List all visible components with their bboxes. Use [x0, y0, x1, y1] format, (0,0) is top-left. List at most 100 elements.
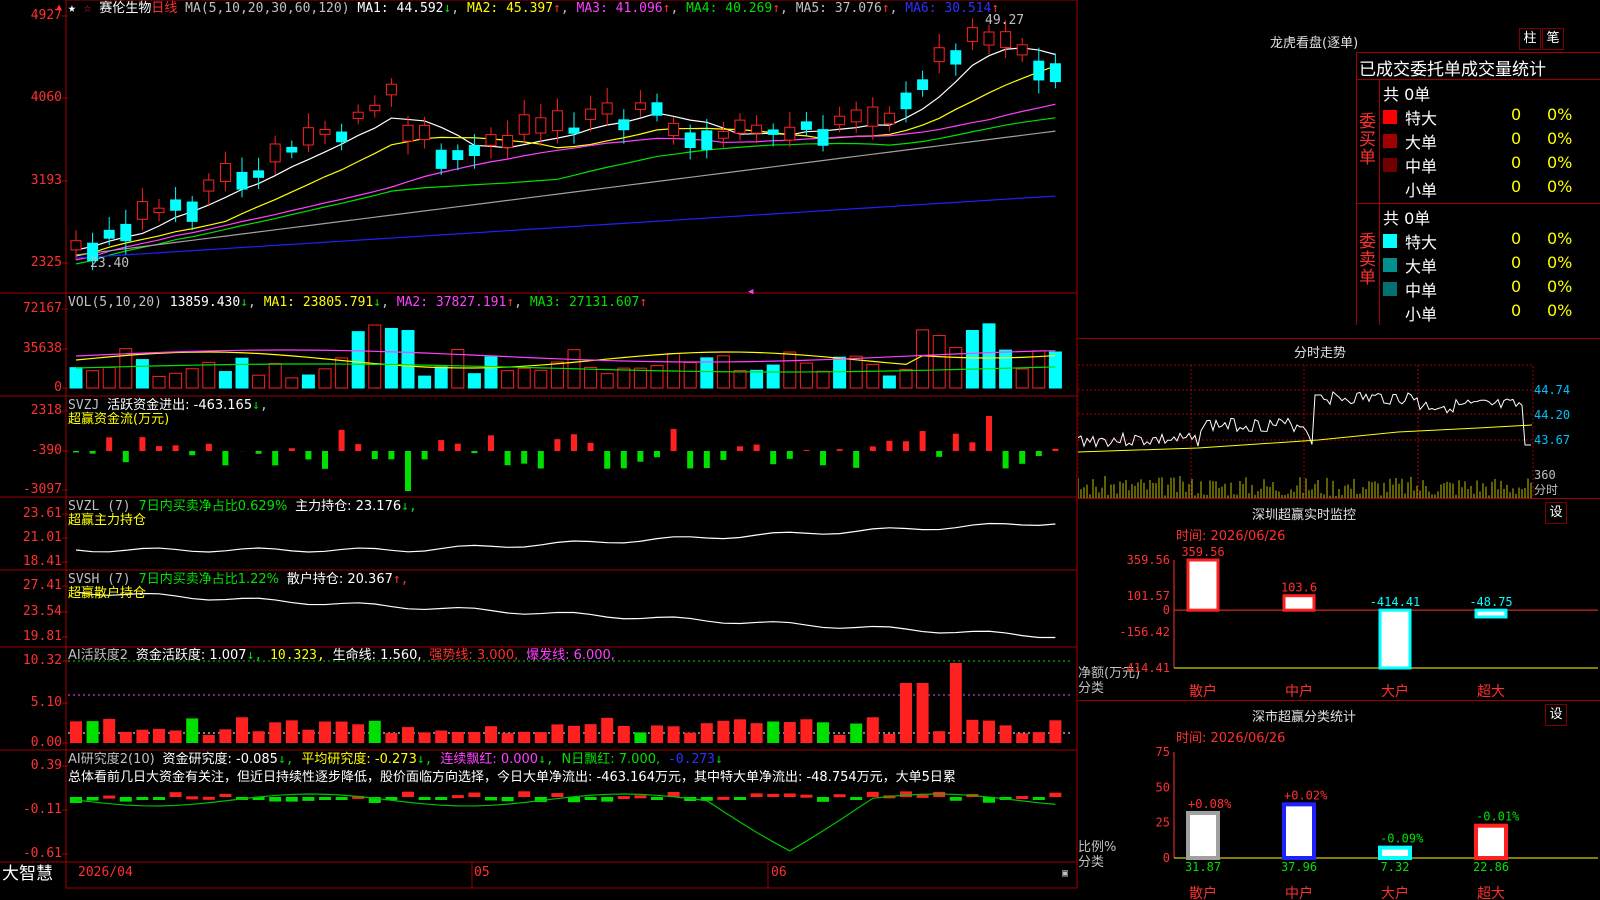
volume-bar [899, 368, 913, 389]
volume-bar [965, 329, 979, 389]
fundflow-bar [156, 446, 162, 451]
volume-bar [401, 330, 415, 389]
svsh-hold: 散户持仓: 20.367 [286, 572, 393, 587]
monitor-cat-label: 散户 [1189, 683, 1217, 700]
fundflow-bar [952, 433, 959, 451]
candle [734, 119, 746, 134]
volume-bar [683, 362, 697, 389]
ai-e: 爆发线: 6.000, [526, 648, 615, 663]
stats-value-label: 31.87 [1185, 860, 1221, 874]
candle [850, 109, 862, 123]
activity-bar [1032, 732, 1045, 743]
research-bar [584, 797, 597, 800]
activity-bar [983, 720, 995, 743]
ma5-dir: ↑ [881, 1, 890, 16]
volume-bar [467, 373, 481, 389]
fundflow-bar [869, 446, 876, 451]
vol-ma1: MA1: 23805.791 [263, 295, 374, 310]
ai2-name: AI研究度2(10) [68, 752, 155, 767]
fundflow-bar [886, 440, 893, 451]
ai2-e-dir: ↓ [714, 752, 723, 767]
axis-svzl-0: 23.61 [22, 506, 62, 521]
candle [419, 124, 431, 141]
axis-vol-1: 35638 [22, 341, 62, 356]
right-charts: 44.7444.2043.67360分时359.56101.570-156.42… [1078, 364, 1598, 900]
fundflow-bar [189, 451, 196, 456]
stock-name[interactable]: 赛伦生物 [99, 1, 151, 16]
fundflow-bar [255, 451, 262, 454]
candle [369, 104, 381, 112]
volume-bar [451, 349, 465, 389]
activity-bar [850, 723, 863, 743]
activity-bar [734, 719, 746, 743]
stats-change-label: +0.08% [1188, 797, 1232, 811]
activity-bar [269, 722, 282, 743]
research-bar [1049, 792, 1062, 797]
axis-ai-2: 0.00 [30, 735, 62, 750]
volume-bar [600, 373, 614, 389]
candle [435, 149, 447, 169]
activity-bar [717, 720, 730, 743]
activity-bar [617, 725, 630, 743]
stats-value-label: 22.86 [1473, 860, 1509, 874]
vol-params: VOL(5,10,20) [68, 295, 162, 310]
activity-bar [103, 718, 116, 743]
stats-change-label: +0.02% [1284, 788, 1328, 802]
lock-icon[interactable]: ▣ [1062, 866, 1068, 882]
activity-bar [999, 725, 1012, 743]
candle [253, 170, 265, 178]
fundflow-bar [637, 451, 644, 462]
volume-bar [434, 366, 448, 389]
activity-bar [485, 726, 497, 743]
candle [468, 144, 480, 156]
candle [1049, 63, 1061, 83]
volume-bar [882, 375, 896, 389]
stats-change-label: -0.01% [1476, 810, 1520, 824]
volume-bar [799, 362, 813, 389]
research-bar [435, 797, 448, 800]
volume-bar [69, 367, 83, 389]
ai2-e: -0.273 [667, 752, 715, 767]
activity-bar [418, 732, 431, 743]
axis-svzl-1: 21.01 [22, 530, 62, 545]
activity-bar [202, 734, 215, 743]
star-outline-icon[interactable]: ☆ [84, 1, 92, 16]
scroll-marker-icon[interactable]: ◀ [748, 284, 753, 300]
fundflow-bar [654, 451, 660, 458]
candle [900, 92, 912, 110]
activity-bar [667, 726, 680, 743]
fundflow-bar [1035, 451, 1042, 456]
research-bar [402, 791, 414, 797]
volume-bar [301, 374, 315, 389]
ai-a-dir: ↓, [246, 648, 263, 663]
star-icon[interactable]: ★ [68, 1, 76, 16]
research-bar [800, 794, 813, 798]
volume-bar [517, 367, 531, 389]
research-bar [501, 797, 514, 802]
svzj-sub: 超赢资金流(万元) [68, 412, 170, 427]
low-price-label: 23.40 [90, 256, 130, 271]
intraday-vol-label: 360 [1534, 468, 1556, 482]
fundflow-bar [853, 451, 860, 468]
period-label[interactable]: 日线 [151, 1, 177, 16]
intraday-axis-label: 44.74 [1534, 383, 1570, 397]
stats-bar [1282, 802, 1316, 860]
intraday-axis-label: 43.67 [1534, 433, 1570, 447]
candle [817, 129, 829, 146]
research-bar [153, 797, 165, 800]
svzl-hold: 主力持仓: 23.176 [295, 499, 402, 514]
candle [1000, 31, 1012, 49]
ai-name: AI活跃度2 [68, 648, 128, 663]
candle [933, 47, 945, 63]
fundflow-bar [322, 451, 328, 469]
monitor-axis-label: 359.56 [1127, 553, 1170, 567]
research-bar [518, 791, 531, 797]
axis-ai-0: 10.32 [22, 653, 62, 668]
ai2-b-dir: ↓, [416, 752, 433, 767]
research-bar [900, 791, 912, 797]
volume-bar [384, 327, 398, 389]
activity-bar [451, 732, 464, 743]
research-bar [767, 793, 780, 797]
activity-bar [684, 732, 697, 743]
cursor-marker-icon: ▲ [56, 2, 63, 13]
